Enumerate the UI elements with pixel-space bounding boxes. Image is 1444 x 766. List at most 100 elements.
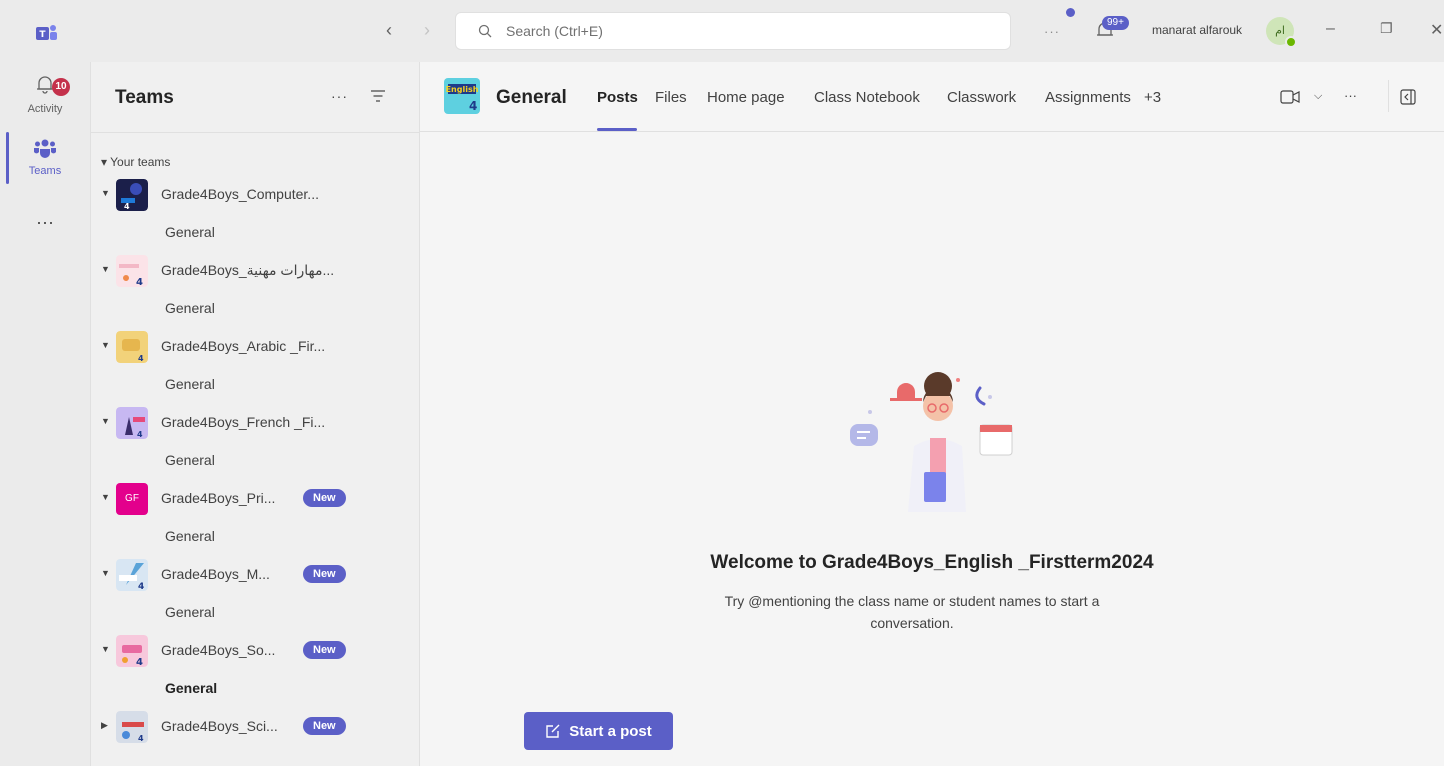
rail-more-apps[interactable]: ··· xyxy=(0,212,90,233)
teams-logo-icon: T xyxy=(36,25,57,40)
channel-header: English 4 General Posts Files Home page C… xyxy=(420,62,1444,132)
expand-caret-icon[interactable]: ▼ xyxy=(101,340,110,350)
expand-caret-icon[interactable]: ▼ xyxy=(101,644,110,654)
new-badge: New xyxy=(303,717,346,735)
your-teams-section[interactable]: ▾ Your teams xyxy=(101,155,170,169)
team-social-studies-icon: 4 xyxy=(116,635,148,667)
welcome-illustration xyxy=(850,372,1013,512)
team-computer-icon: 4 xyxy=(116,179,148,211)
team-item-computer[interactable]: ▼ 4 Grade4Boys_Computer... xyxy=(91,176,421,212)
header-divider xyxy=(1388,80,1389,112)
rail-item-activity[interactable]: 10 Activity xyxy=(0,74,90,115)
expand-caret-icon[interactable]: ▶ xyxy=(101,720,108,731)
panel-title: Teams xyxy=(115,87,174,108)
svg-text:4: 4 xyxy=(469,99,477,113)
svg-text:4: 4 xyxy=(136,277,143,287)
tab-more-tabs[interactable]: +3 xyxy=(1144,89,1161,106)
expand-caret-icon[interactable]: ▼ xyxy=(101,188,110,198)
expand-caret-icon[interactable]: ▼ xyxy=(101,264,110,274)
svg-text:4: 4 xyxy=(138,734,144,743)
team-math-icon: 4 xyxy=(116,559,148,591)
close-icon[interactable]: ✕ xyxy=(1430,20,1443,40)
svg-text:4: 4 xyxy=(124,202,130,211)
welcome-heading: Welcome to Grade4Boys_English _Firstterm… xyxy=(710,552,1154,573)
team-pri-icon: GF xyxy=(116,483,148,515)
tab-classwork[interactable]: Classwork xyxy=(947,89,1016,106)
section-label: Your teams xyxy=(110,155,171,169)
main-content: English 4 General Posts Files Home page C… xyxy=(420,62,1444,766)
svg-text:4: 4 xyxy=(138,354,144,363)
search-placeholder: Search (Ctrl+E) xyxy=(506,23,603,39)
team-science-icon: 4 xyxy=(116,711,148,743)
search-input[interactable]: Search (Ctrl+E) xyxy=(455,12,1011,50)
expand-panel-icon[interactable] xyxy=(1400,89,1416,105)
tab-home-page[interactable]: Home page xyxy=(707,89,785,106)
channel-general-selected[interactable]: General xyxy=(165,680,217,696)
team-name: Grade4Boys_M... xyxy=(161,566,270,582)
new-badge: New xyxy=(303,565,346,583)
svg-text:4: 4 xyxy=(137,430,143,439)
channel-more-options-icon[interactable]: ··· xyxy=(1344,88,1357,103)
rail-label-teams: Teams xyxy=(28,165,62,177)
channel-general[interactable]: General xyxy=(165,224,215,240)
channel-general[interactable]: General xyxy=(165,604,215,620)
new-badge: New xyxy=(303,641,346,659)
team-item-arabic[interactable]: ▼ 4 Grade4Boys_Arabic _Fir... xyxy=(91,328,421,364)
team-vocational-icon: 4 xyxy=(116,255,148,287)
team-name: Grade4Boys_Arabic _Fir... xyxy=(161,338,326,354)
panel-more-options-icon[interactable]: ··· xyxy=(331,88,348,104)
team-item-math[interactable]: ▼ 4 Grade4Boys_M... New xyxy=(91,556,421,592)
panel-divider xyxy=(91,132,421,133)
presence-status-icon xyxy=(1285,36,1297,48)
video-call-icon[interactable] xyxy=(1280,90,1300,104)
tab-files[interactable]: Files xyxy=(655,89,687,106)
rail-item-teams[interactable]: Teams xyxy=(0,132,90,184)
svg-text:4: 4 xyxy=(138,582,144,591)
team-name: Grade4Boys_مهارات مهنية... xyxy=(161,262,335,278)
team-name: Grade4Boys_So... xyxy=(161,642,276,658)
svg-text:4: 4 xyxy=(136,657,143,667)
teams-panel: Teams ··· ▾ Your teams ▼ 4 Grade4Boys_Co… xyxy=(90,62,421,766)
restore-icon[interactable]: ❐ xyxy=(1380,20,1393,37)
search-icon xyxy=(478,24,492,38)
rail-label-activity: Activity xyxy=(27,103,63,115)
team-english-icon: English 4 xyxy=(444,78,480,114)
team-item-pri[interactable]: ▼ GF Grade4Boys_Pri... New xyxy=(91,480,421,516)
expand-caret-icon[interactable]: ▼ xyxy=(101,568,110,578)
new-badge: New xyxy=(303,489,346,507)
team-item-vocational[interactable]: ▼ 4 Grade4Boys_مهارات مهنية... xyxy=(91,252,421,288)
channel-general[interactable]: General xyxy=(165,376,215,392)
back-icon[interactable]: ‹ xyxy=(386,20,392,41)
teams-icon xyxy=(34,139,56,158)
compose-icon xyxy=(546,724,560,738)
team-item-french[interactable]: ▼ 4 Grade4Boys_French _Fi... xyxy=(91,404,421,440)
activity-badge: 10 xyxy=(52,78,70,96)
filter-icon[interactable] xyxy=(371,90,385,102)
tab-assignments[interactable]: Assignments xyxy=(1045,89,1131,106)
team-item-science[interactable]: ▶ 4 Grade4Boys_Sci... New xyxy=(91,708,421,744)
channel-general[interactable]: General xyxy=(165,528,215,544)
svg-text:English: English xyxy=(446,85,479,94)
title-bar: T ‹ › Search (Ctrl+E) ··· 99+ manarat al… xyxy=(0,0,1444,62)
team-arabic-icon: 4 xyxy=(116,331,148,363)
team-item-social-studies[interactable]: ▼ 4 Grade4Boys_So... New xyxy=(91,632,421,668)
chevron-down-icon[interactable]: ⌵ xyxy=(1314,90,1322,103)
expand-caret-icon[interactable]: ▼ xyxy=(101,416,110,426)
more-options-icon[interactable]: ··· xyxy=(1044,24,1060,39)
minimize-icon[interactable]: – xyxy=(1326,20,1335,38)
team-name: Grade4Boys_Pri... xyxy=(161,490,276,506)
active-tab-indicator xyxy=(597,128,637,131)
user-name[interactable]: manarat alfarouk xyxy=(1152,23,1242,37)
forward-icon[interactable]: › xyxy=(424,20,430,41)
team-name: Grade4Boys_French _Fi... xyxy=(161,414,326,430)
start-post-label: Start a post xyxy=(569,722,652,740)
tab-posts[interactable]: Posts xyxy=(597,89,638,106)
start-post-button[interactable]: Start a post xyxy=(524,712,673,750)
tab-class-notebook[interactable]: Class Notebook xyxy=(814,89,920,106)
team-name: Grade4Boys_Computer... xyxy=(161,186,319,202)
team-name: Grade4Boys_Sci... xyxy=(161,718,278,734)
channel-general[interactable]: General xyxy=(165,452,215,468)
channel-general[interactable]: General xyxy=(165,300,215,316)
expand-caret-icon[interactable]: ▼ xyxy=(101,492,110,502)
svg-text:T: T xyxy=(39,30,46,40)
